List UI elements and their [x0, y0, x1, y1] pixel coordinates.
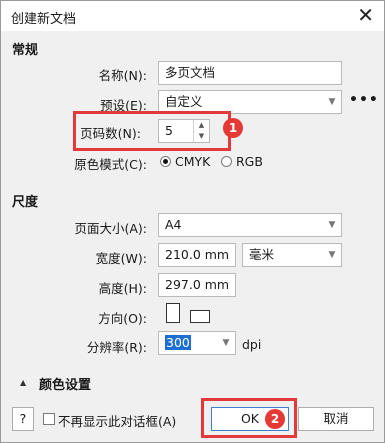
width-input[interactable]: 210.0 mm	[158, 243, 236, 267]
name-input[interactable]: 多页文档	[158, 61, 342, 85]
help-button[interactable]: ?	[12, 407, 34, 431]
section-size-heading: 尺度	[12, 195, 39, 210]
dont-show-checkbox[interactable]	[43, 413, 55, 425]
chevron-down-icon: ▼	[328, 250, 336, 260]
resolution-label: 分辨率(R):	[86, 340, 147, 355]
preset-value: 自定义	[165, 94, 203, 109]
orientation-label: 方向(O):	[98, 311, 147, 326]
collapse-icon[interactable]: ▲	[20, 378, 26, 387]
height-input[interactable]: 297.0 mm	[158, 273, 236, 297]
name-label: 名称(N):	[98, 68, 147, 83]
create-document-dialog: 创建新文档 ✕ 常规 名称(N): 多页文档 预设(E): 自定义 ▼ ••• …	[0, 0, 385, 443]
pagesize-select[interactable]: A4 ▼	[158, 213, 342, 237]
title-bar: 创建新文档 ✕	[1, 1, 384, 31]
color-settings-heading[interactable]: 颜色设置	[39, 374, 91, 393]
pagesize-value: A4	[165, 217, 182, 232]
cmyk-label: CMYK	[175, 154, 211, 169]
chevron-down-icon: ▼	[328, 97, 336, 107]
section-general-heading: 常规	[12, 43, 39, 58]
highlight-box-pages	[73, 111, 231, 151]
annotation-badge-1: 1	[223, 118, 243, 138]
chevron-down-icon: ▼	[328, 220, 336, 230]
landscape-orientation-icon[interactable]	[190, 310, 210, 323]
portrait-orientation-icon[interactable]	[166, 303, 180, 323]
colormode-label: 原色模式(C):	[74, 157, 147, 172]
resolution-select[interactable]: 300 ▼	[158, 331, 236, 355]
annotation-badge-2: 2	[265, 409, 285, 429]
pagesize-label: 页面大小(A):	[74, 221, 147, 236]
cmyk-radio[interactable]	[160, 156, 171, 167]
unit-value: 毫米	[249, 247, 275, 262]
dialog-title: 创建新文档	[11, 12, 77, 27]
more-options-button[interactable]: •••	[349, 92, 379, 108]
resolution-unit: dpi	[242, 337, 262, 352]
rgb-label: RGB	[236, 154, 263, 169]
unit-select[interactable]: 毫米 ▼	[242, 243, 342, 267]
dont-show-label: 不再显示此对话框(A)	[58, 414, 177, 429]
close-icon[interactable]: ✕	[357, 4, 374, 26]
resolution-value: 300	[165, 335, 191, 350]
rgb-radio[interactable]	[221, 156, 232, 167]
cancel-button[interactable]: 取消	[298, 407, 374, 431]
height-label: 高度(H):	[98, 281, 147, 296]
chevron-down-icon: ▼	[222, 338, 230, 348]
width-label: 宽度(W):	[95, 251, 147, 266]
